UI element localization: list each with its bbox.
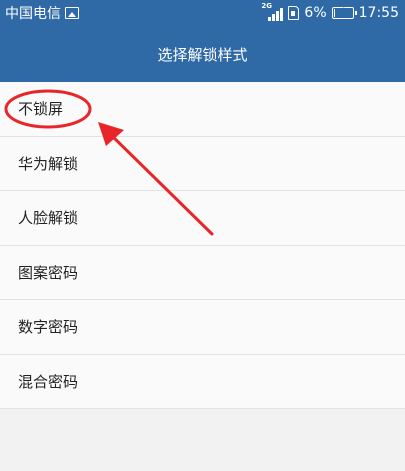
option-label: 混合密码: [18, 372, 79, 391]
status-left: 中国电信: [5, 3, 79, 23]
clock: 17:55: [358, 5, 399, 21]
charging-bolt-icon: ⚡: [337, 5, 346, 18]
option-label: 图案密码: [18, 263, 79, 282]
battery-icon: ⚡: [331, 5, 357, 19]
status-bar: 中国电信 2G 6% ⚡ 17:55: [0, 0, 405, 26]
option-password[interactable]: 混合密码: [0, 354, 405, 409]
sim-card-icon: [288, 6, 300, 20]
unlock-style-list: 不锁屏 华为解锁 人脸解锁 图案密码 数字密码 混合密码: [0, 82, 405, 409]
empty-area: [0, 409, 405, 471]
page-title: 选择解锁样式: [157, 45, 248, 64]
option-pattern[interactable]: 图案密码: [0, 245, 405, 300]
option-label: 华为解锁: [18, 154, 79, 173]
option-label: 不锁屏: [18, 100, 64, 119]
option-label: 人脸解锁: [18, 209, 79, 228]
option-huawei-unlock[interactable]: 华为解锁: [0, 136, 405, 191]
screen: 中国电信 2G 6% ⚡ 17:55 选择解锁样式 不锁屏 华为解锁 人脸解锁 …: [0, 0, 405, 471]
status-right: 2G 6% ⚡ 17:55: [261, 2, 399, 21]
option-no-lock[interactable]: 不锁屏: [0, 82, 405, 137]
title-bar: 选择解锁样式: [0, 26, 405, 82]
signal-icon: 2G: [261, 2, 284, 21]
option-label: 数字密码: [18, 318, 79, 337]
option-face-unlock[interactable]: 人脸解锁: [0, 191, 405, 246]
carrier-name: 中国电信: [5, 6, 61, 22]
battery-fill: [333, 9, 335, 17]
battery-percent: 6%: [304, 5, 327, 21]
option-pin[interactable]: 数字密码: [0, 300, 405, 355]
gallery-notification-icon: [65, 7, 79, 19]
signal-bars: [268, 8, 284, 21]
